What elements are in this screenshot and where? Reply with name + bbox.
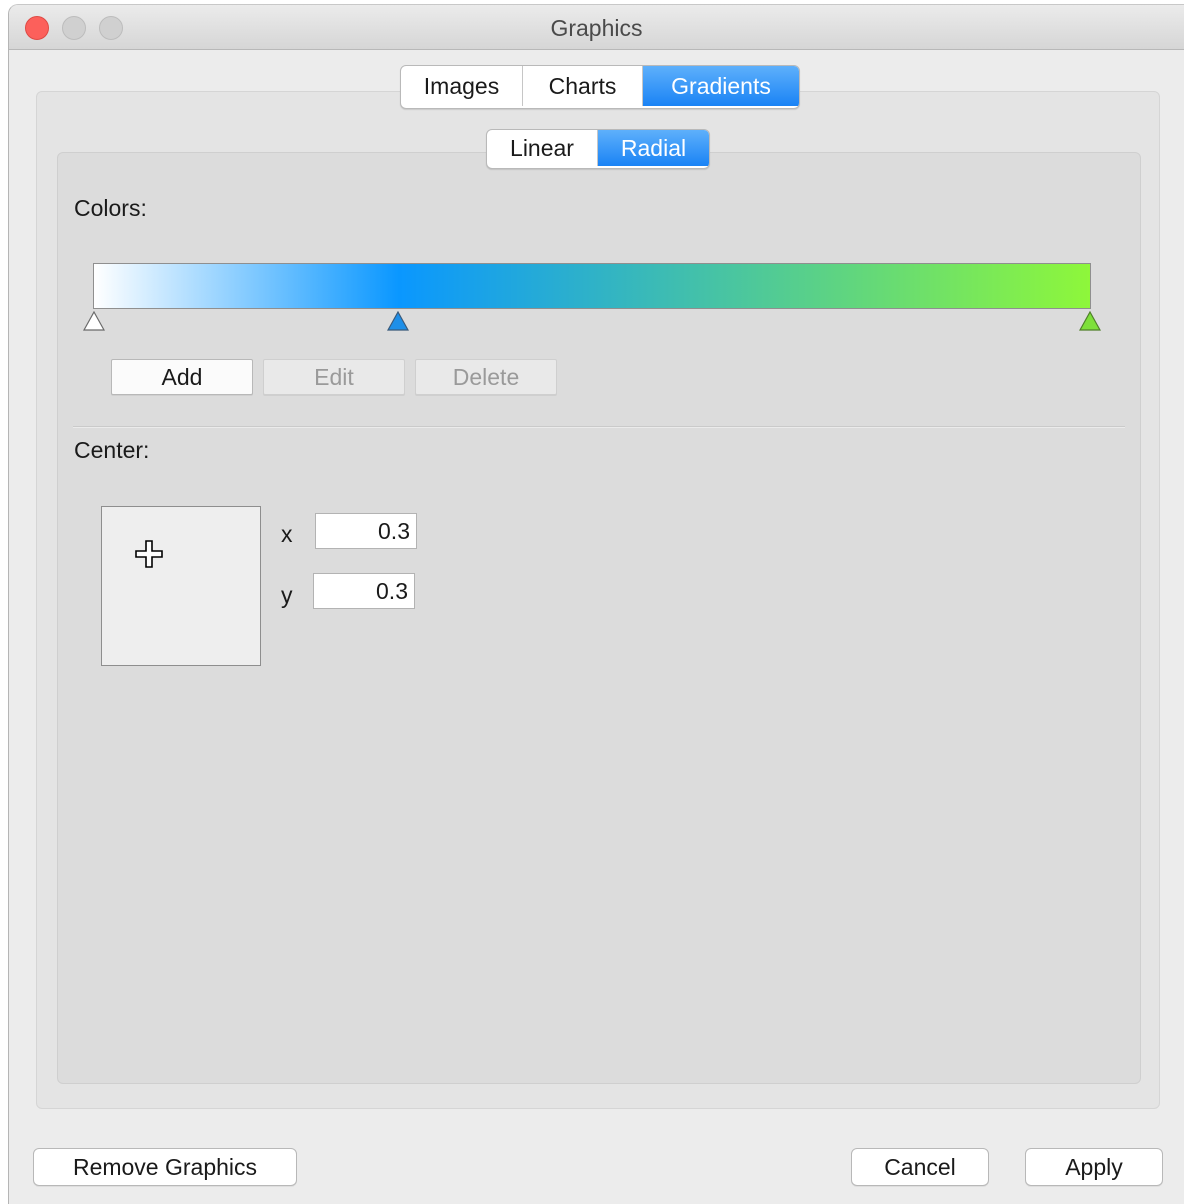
center-label: Center: [74,437,150,463]
add-color-button[interactable]: Add [111,359,253,395]
gradient-type-tab-bar: Linear Radial [486,129,710,169]
delete-color-button[interactable]: Delete [415,359,557,395]
section-divider [73,426,1125,428]
center-picker[interactable] [101,506,261,666]
tab-linear[interactable]: Linear [487,130,598,166]
tab-images[interactable]: Images [401,66,523,106]
tab-gradients[interactable]: Gradients [643,66,799,106]
main-tab-bar: Images Charts Gradients [400,65,800,109]
crosshair-icon[interactable] [134,539,164,569]
window-title: Graphics [550,15,643,41]
center-x-field[interactable]: 0.3 [315,513,417,549]
title-bar[interactable]: Graphics [9,5,1184,50]
colors-label: Colors: [74,195,147,221]
cancel-button[interactable]: Cancel [851,1148,989,1186]
y-label: y [281,582,293,608]
color-stop-marker-white[interactable] [83,311,105,331]
color-stop-marker-green[interactable] [1079,311,1101,331]
graphics-dialog: Graphics Colors: Center: Images Charts G… [8,4,1184,1204]
gradient-preview-bar[interactable] [93,263,1091,309]
center-y-field[interactable]: 0.3 [313,573,415,609]
color-stop-marker-blue[interactable] [387,311,409,331]
x-label: x [281,521,293,547]
tab-charts[interactable]: Charts [523,66,643,106]
apply-button[interactable]: Apply [1025,1148,1163,1186]
remove-graphics-button[interactable]: Remove Graphics [33,1148,297,1186]
edit-color-button[interactable]: Edit [263,359,405,395]
tab-radial[interactable]: Radial [598,130,709,166]
